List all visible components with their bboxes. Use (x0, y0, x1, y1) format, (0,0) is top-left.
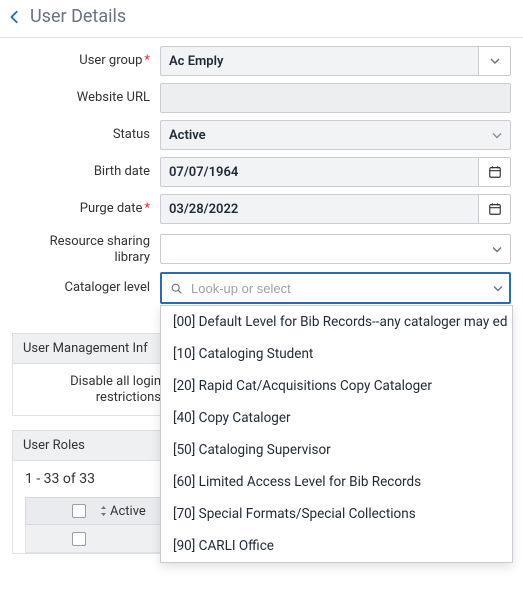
cataloger-level-label: Cataloger level (12, 280, 160, 296)
user-group-select[interactable]: Ac Emply (160, 46, 479, 76)
cataloger-level-option[interactable]: [10] Cataloging Student (161, 338, 512, 370)
sort-icon (100, 506, 107, 516)
cataloger-level-option[interactable]: [60] Limited Access Level for Bib Record… (161, 466, 512, 498)
website-url-input[interactable] (160, 83, 511, 113)
purge-date-label: Purge date* (12, 201, 160, 217)
page-title: User Details (30, 6, 126, 27)
column-header-active[interactable]: Active (100, 504, 146, 519)
calendar-icon (488, 165, 502, 179)
caret-down-icon (492, 128, 502, 143)
status-label: Status (12, 127, 160, 143)
purge-date-input[interactable]: 03/28/2022 (160, 194, 479, 224)
select-all-checkbox[interactable] (72, 504, 86, 518)
caret-down-icon (493, 281, 503, 296)
birth-date-label: Birth date (12, 164, 160, 180)
birth-date-input[interactable]: 07/07/1964 (160, 157, 479, 187)
website-url-label: Website URL (12, 90, 160, 106)
back-chevron-icon[interactable] (8, 10, 22, 24)
resource-sharing-label: Resource sharing library (12, 234, 160, 265)
user-details-form: User group* Ac Emply Website URL Status … (0, 38, 523, 323)
birth-date-picker-button[interactable] (479, 157, 511, 187)
caret-down-icon (492, 242, 502, 257)
cataloger-level-dropdown: [00] Default Level for Bib Records--any … (160, 305, 513, 563)
user-group-label: User group* (12, 53, 160, 69)
cataloger-level-option[interactable]: [90] CARLI Office (161, 530, 512, 562)
cataloger-level-option[interactable]: [40] Copy Cataloger (161, 402, 512, 434)
calendar-icon (488, 202, 502, 216)
cataloger-level-lookup[interactable] (160, 272, 511, 304)
row-checkbox[interactable] (72, 532, 86, 546)
search-icon (170, 282, 183, 295)
cataloger-level-option[interactable]: [00] Default Level for Bib Records--any … (161, 306, 512, 338)
cataloger-level-option[interactable]: [70] Special Formats/Special Collections (161, 498, 512, 530)
status-select[interactable]: Active (160, 120, 511, 150)
resource-sharing-select[interactable] (160, 234, 511, 264)
cataloger-level-input[interactable] (189, 280, 485, 297)
cataloger-level-option[interactable]: [20] Rapid Cat/Acquisitions Copy Catalog… (161, 370, 512, 402)
user-group-caret-button[interactable] (479, 46, 511, 76)
disable-all-login-label: Disable all login restrictions (25, 374, 161, 405)
cataloger-level-option[interactable]: [50] Cataloging Supervisor (161, 434, 512, 466)
caret-down-icon (490, 58, 500, 64)
purge-date-picker-button[interactable] (479, 194, 511, 224)
